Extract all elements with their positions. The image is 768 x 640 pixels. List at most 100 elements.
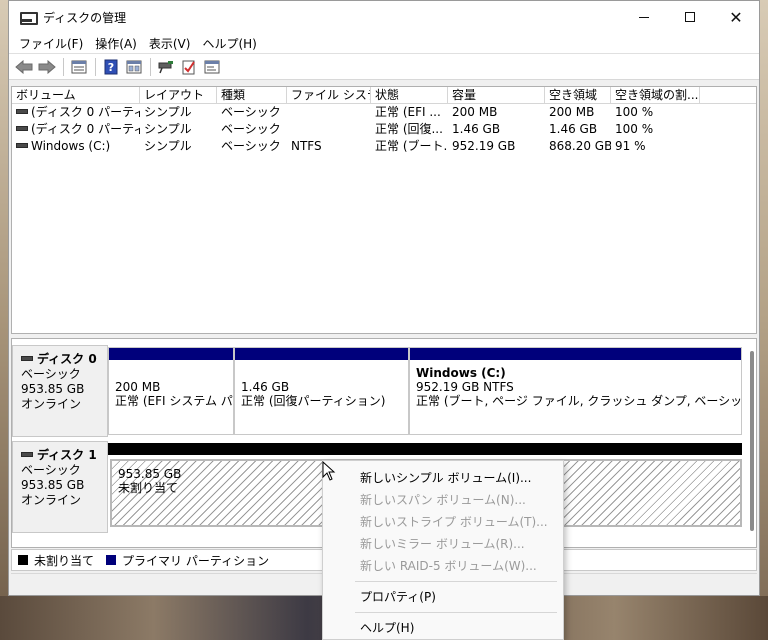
volume-row[interactable]: (ディスク 0 パーティシ... シンプル ベーシック 正常 (EFI ... … bbox=[12, 104, 756, 121]
disk-1-size: 953.85 GB bbox=[21, 478, 85, 492]
partition-status: 正常 (EFI システム パーティション) bbox=[115, 394, 233, 408]
column-header-filesystem[interactable]: ファイル システム bbox=[287, 87, 371, 103]
legend-swatch bbox=[106, 555, 117, 565]
legend-item-unallocated: 未割り当て bbox=[18, 552, 94, 569]
filesystem-cell: NTFS bbox=[291, 139, 322, 153]
volume-name-cell: (ディスク 0 パーティシ... bbox=[12, 121, 140, 138]
menu-new-simple-volume[interactable]: 新しいシンプル ボリューム(I)... bbox=[323, 467, 563, 489]
volume-list-header: ボリューム レイアウト 種類 ファイル システム 状態 容量 空き領域 空き領域… bbox=[12, 87, 756, 104]
help-button[interactable]: ? bbox=[100, 56, 122, 78]
menu-bar: ファイル(F) 操作(A) 表示(V) ヘルプ(H) bbox=[9, 33, 759, 54]
disk-0-row: ディスク 0 ベーシック 953.85 GB オンライン 200 MB 正常 (… bbox=[12, 345, 742, 437]
menu-view[interactable]: 表示(V) bbox=[143, 35, 197, 52]
properties-button[interactable] bbox=[201, 56, 223, 78]
menu-help[interactable]: ヘルプ(H) bbox=[196, 35, 262, 52]
column-header-layout[interactable]: レイアウト bbox=[140, 87, 217, 103]
toolbar-separator bbox=[63, 57, 64, 76]
partition-bar bbox=[410, 348, 741, 360]
close-button[interactable]: ✕ bbox=[713, 1, 759, 33]
free-space-cell: 868.20 GB bbox=[549, 139, 611, 153]
disk-1-info[interactable]: ディスク 1 ベーシック 953.85 GB オンライン bbox=[12, 441, 108, 533]
graph-scrollbar[interactable] bbox=[750, 351, 754, 531]
column-header-capacity[interactable]: 容量 bbox=[448, 87, 545, 103]
back-button[interactable] bbox=[13, 56, 35, 78]
disk-0-info[interactable]: ディスク 0 ベーシック 953.85 GB オンライン bbox=[12, 345, 108, 437]
menu-separator bbox=[355, 612, 557, 613]
type-cell: ベーシック bbox=[221, 105, 281, 119]
disk-icon bbox=[21, 452, 33, 457]
partition-efi[interactable]: 200 MB 正常 (EFI システム パーティション) bbox=[108, 347, 234, 435]
column-header-volume[interactable]: ボリューム bbox=[12, 87, 140, 103]
partition-size: 200 MB bbox=[115, 380, 161, 394]
drive-icon bbox=[16, 109, 28, 114]
svg-text:?: ? bbox=[108, 61, 114, 74]
percent-free-cell: 100 % bbox=[615, 105, 654, 119]
disk-0-status: オンライン bbox=[21, 397, 82, 411]
disk-icon bbox=[21, 356, 33, 361]
graph-view-button[interactable] bbox=[123, 56, 145, 78]
help-icon: ? bbox=[104, 59, 118, 74]
free-space-cell: 200 MB bbox=[549, 105, 595, 119]
toolbar: ? bbox=[9, 54, 759, 80]
close-icon: ✕ bbox=[729, 7, 743, 27]
capacity-cell: 1.46 GB bbox=[452, 122, 501, 136]
disk-0-size: 953.85 GB bbox=[21, 382, 85, 396]
type-cell: ベーシック bbox=[221, 139, 281, 153]
percent-free-cell: 91 % bbox=[615, 139, 646, 153]
partition-windows-c[interactable]: Windows (C:) 952.19 GB NTFS 正常 (ブート, ページ… bbox=[409, 347, 742, 435]
volume-row[interactable]: (ディスク 0 パーティシ... シンプル ベーシック 正常 (回復... 1.… bbox=[12, 121, 756, 138]
column-header-type[interactable]: 種類 bbox=[217, 87, 287, 103]
column-header-free-space[interactable]: 空き領域 bbox=[545, 87, 611, 103]
maximize-button[interactable] bbox=[667, 1, 713, 33]
menu-properties[interactable]: プロパティ(P) bbox=[323, 586, 563, 608]
volume-name-cell: Windows (C:) bbox=[12, 138, 140, 155]
checklist-button[interactable] bbox=[178, 56, 200, 78]
disk-list-icon bbox=[71, 60, 87, 73]
status-cell: 正常 (EFI ... bbox=[375, 105, 441, 119]
menu-file[interactable]: ファイル(F) bbox=[13, 35, 89, 52]
column-header-status[interactable]: 状態 bbox=[371, 87, 448, 103]
filesystem-cell bbox=[287, 104, 371, 121]
graph-view-icon bbox=[126, 60, 142, 73]
menu-new-mirrored-volume[interactable]: 新しいミラー ボリューム(R)... bbox=[323, 533, 563, 555]
partition-status: 正常 (ブート, ページ ファイル, クラッシュ ダンプ, ベーシック データ … bbox=[416, 394, 742, 408]
column-header-percent-free[interactable]: 空き領域の割... bbox=[611, 87, 700, 103]
partition-bar bbox=[235, 348, 408, 360]
toolbar-separator bbox=[95, 57, 96, 76]
partition-bar bbox=[109, 348, 233, 360]
menu-action[interactable]: 操作(A) bbox=[89, 35, 143, 52]
toolbar-separator bbox=[150, 57, 151, 76]
percent-free-cell: 100 % bbox=[615, 122, 654, 136]
minimize-button[interactable] bbox=[621, 1, 667, 33]
disk-connect-icon bbox=[158, 60, 173, 73]
properties-icon bbox=[204, 60, 220, 73]
layout-cell: シンプル bbox=[144, 105, 192, 119]
status-cell: 正常 (回復... bbox=[375, 122, 443, 136]
checklist-icon bbox=[182, 60, 195, 74]
partition-bar bbox=[108, 443, 742, 455]
title-bar: ディスクの管理 ✕ bbox=[9, 1, 759, 33]
forward-button[interactable] bbox=[36, 56, 58, 78]
context-menu: 新しいシンプル ボリューム(I)... 新しいスパン ボリューム(N)... 新… bbox=[322, 460, 564, 640]
disk-list-button[interactable] bbox=[68, 56, 90, 78]
filesystem-cell bbox=[287, 121, 371, 138]
menu-new-striped-volume[interactable]: 新しいストライプ ボリューム(T)... bbox=[323, 511, 563, 533]
free-space-cell: 1.46 GB bbox=[549, 122, 598, 136]
partition-status: 正常 (回復パーティション) bbox=[241, 394, 386, 408]
drive-icon bbox=[16, 126, 28, 131]
connect-disk-button[interactable] bbox=[155, 56, 177, 78]
menu-new-raid5-volume[interactable]: 新しい RAID-5 ボリューム(W)... bbox=[323, 555, 563, 577]
minimize-icon bbox=[639, 16, 649, 18]
layout-cell: シンプル bbox=[144, 122, 192, 136]
capacity-cell: 200 MB bbox=[452, 105, 498, 119]
legend-swatch bbox=[18, 555, 28, 565]
partition-size: 1.46 GB bbox=[241, 380, 290, 394]
volume-list: ボリューム レイアウト 種類 ファイル システム 状態 容量 空き領域 空き領域… bbox=[11, 86, 757, 334]
menu-separator bbox=[355, 581, 557, 582]
menu-help-item[interactable]: ヘルプ(H) bbox=[323, 617, 563, 639]
partition-recovery[interactable]: 1.46 GB 正常 (回復パーティション) bbox=[234, 347, 409, 435]
legend-item-primary: プライマリ パーティション bbox=[106, 552, 269, 569]
menu-new-spanned-volume[interactable]: 新しいスパン ボリューム(N)... bbox=[323, 489, 563, 511]
drive-icon bbox=[16, 143, 28, 148]
volume-row[interactable]: Windows (C:) シンプル ベーシック NTFS 正常 (ブート... … bbox=[12, 138, 756, 155]
